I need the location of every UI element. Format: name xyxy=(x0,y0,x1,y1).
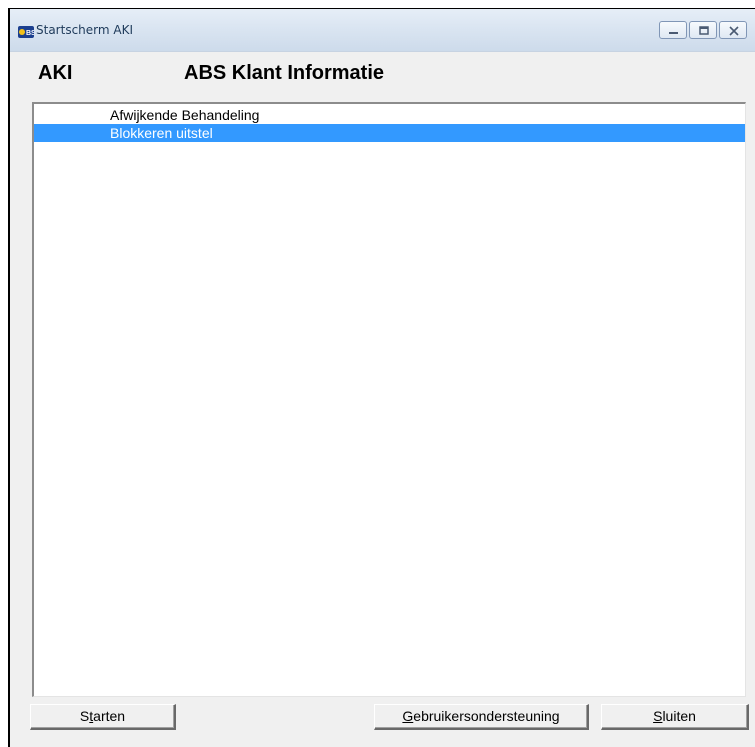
abs-logo-icon: BS xyxy=(18,25,36,38)
help-button[interactable]: Gebruikersondersteuning xyxy=(374,704,589,730)
minimize-button[interactable] xyxy=(659,21,687,39)
close-button[interactable]: Sluiten xyxy=(601,704,749,730)
list-item-afwijkende-behandeling[interactable]: Afwijkende Behandeling xyxy=(34,106,745,124)
close-icon xyxy=(729,26,739,36)
title-bar[interactable]: BS Startscherm AKI xyxy=(10,9,755,52)
main-window: BS Startscherm AKI AKI ABS Klant Informa… xyxy=(8,8,755,747)
maximize-button[interactable] xyxy=(689,21,717,39)
close-label-after: luiten xyxy=(662,708,696,724)
start-label-before: S xyxy=(79,708,90,724)
close-window-button[interactable] xyxy=(719,21,747,39)
help-label-after: ebruikersondersteuning xyxy=(413,708,560,724)
help-mnemonic: G xyxy=(402,708,414,724)
list-item-blokkeren-uitstel[interactable]: Blokkeren uitstel xyxy=(34,124,745,142)
function-listbox[interactable]: Afwijkende Behandeling Blokkeren uitstel xyxy=(32,102,746,697)
client-area: AKI ABS Klant Informatie Afwijkende Beha… xyxy=(10,52,755,747)
application-title: ABS Klant Informatie xyxy=(184,62,385,84)
maximize-icon xyxy=(699,26,709,35)
minimize-icon xyxy=(669,32,678,34)
start-button[interactable]: Starten xyxy=(30,704,176,730)
window-title: Startscherm AKI xyxy=(36,23,133,37)
svg-text:BS: BS xyxy=(26,30,34,37)
application-code: AKI xyxy=(38,62,73,84)
start-label-after: arten xyxy=(93,708,126,724)
